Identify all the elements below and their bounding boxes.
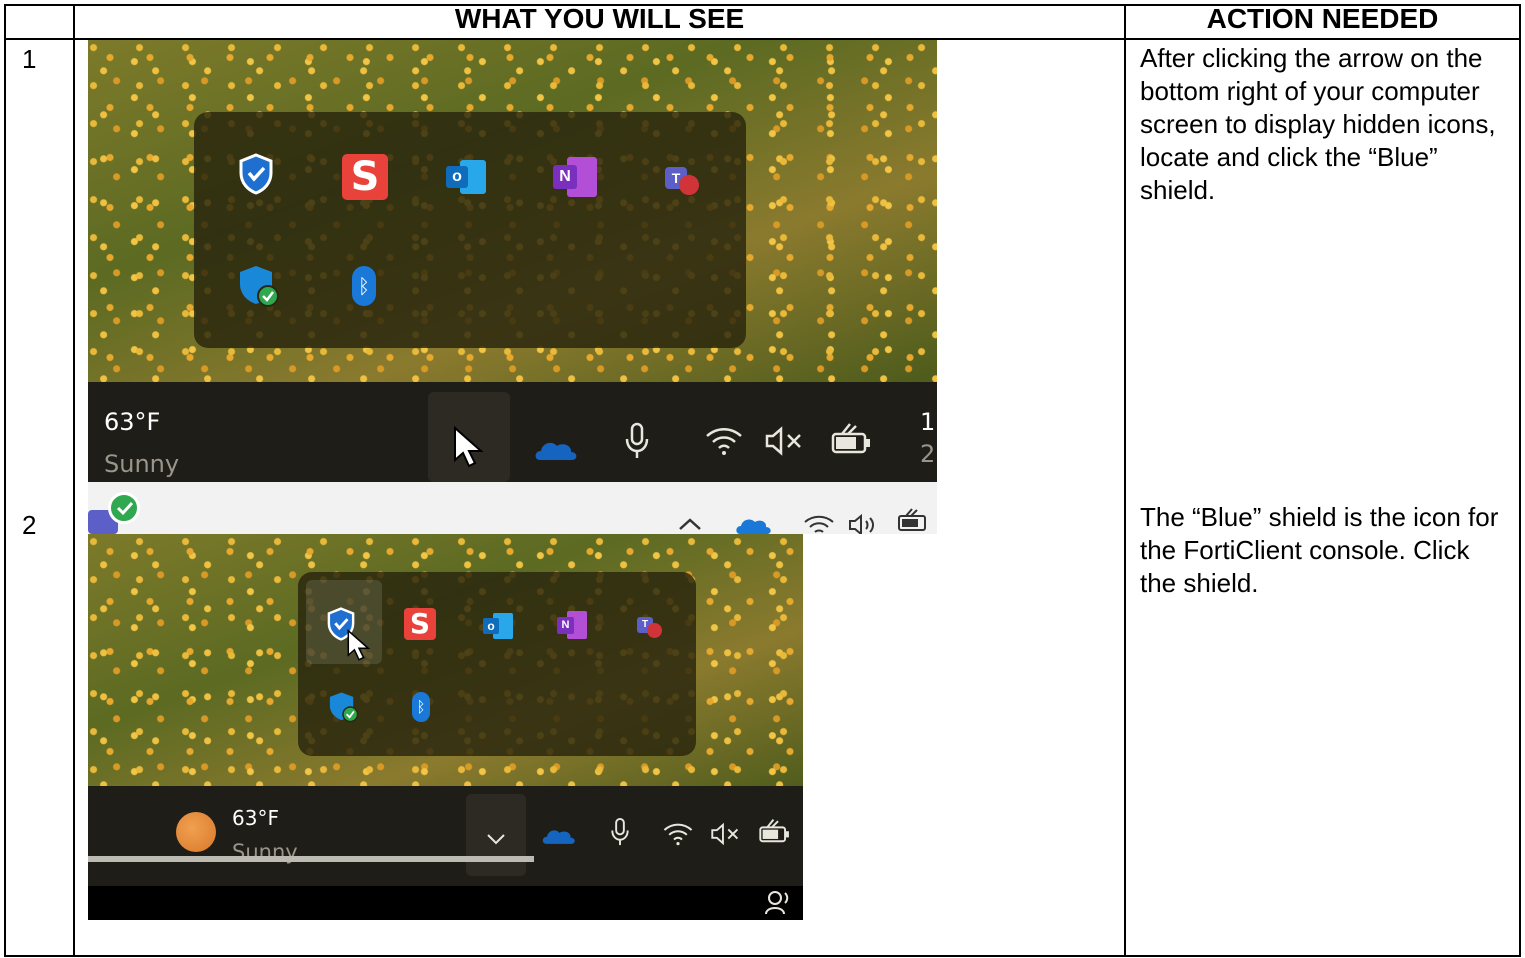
clock-partial-top: 1 bbox=[920, 408, 936, 436]
light-wifi-icon[interactable] bbox=[802, 514, 836, 534]
bluetooth-icon[interactable]: ᛒ bbox=[406, 690, 436, 724]
light-onedrive-icon[interactable] bbox=[734, 516, 772, 534]
snagit-icon[interactable]: S bbox=[340, 152, 390, 202]
bottom-black-strip bbox=[88, 886, 803, 920]
teams-check-icon[interactable] bbox=[88, 488, 144, 534]
table-border-col2 bbox=[1124, 4, 1126, 956]
instruction-table: WHAT YOU WILL SEE ACTION NEEDED 1 2 Afte… bbox=[0, 0, 1525, 958]
cursor-icon bbox=[452, 425, 486, 474]
onenote-icon[interactable]: N bbox=[556, 610, 588, 640]
taskbar-progress-line bbox=[88, 856, 534, 862]
weather-temp: 63°F bbox=[104, 408, 161, 436]
screenshot-2: S o N T ᛒ 63°F Sunny bbox=[88, 534, 803, 920]
teams-icon[interactable]: T bbox=[634, 612, 668, 642]
battery-icon[interactable] bbox=[830, 422, 874, 462]
defender-shield-icon[interactable] bbox=[326, 690, 360, 724]
voice-access-icon[interactable] bbox=[764, 890, 792, 920]
taskbar: 63°F Sunny bbox=[88, 786, 803, 886]
volume-muted-icon[interactable] bbox=[710, 822, 742, 850]
clock-partial-bottom: 2 bbox=[920, 440, 936, 468]
volume-muted-icon[interactable] bbox=[764, 426, 806, 460]
action-text-1: After clicking the arrow on the bottom r… bbox=[1140, 43, 1496, 205]
outlook-icon[interactable]: o bbox=[482, 612, 514, 640]
chevron-down-icon[interactable] bbox=[486, 830, 506, 849]
weather-sun-icon bbox=[176, 812, 216, 852]
hidden-icons-panel bbox=[194, 112, 746, 348]
wifi-icon[interactable] bbox=[704, 426, 744, 460]
row-number-1: 1 bbox=[22, 44, 37, 74]
action-text-2: The “Blue” shield is the icon for the Fo… bbox=[1140, 502, 1499, 598]
cursor-icon bbox=[344, 626, 374, 666]
weather-condition: Sunny bbox=[104, 450, 180, 478]
forticlient-shield-icon[interactable] bbox=[234, 152, 278, 196]
row-number-2: 2 bbox=[22, 510, 37, 540]
battery-icon[interactable] bbox=[758, 818, 792, 850]
light-volume-icon[interactable] bbox=[848, 513, 882, 534]
teams-icon[interactable]: T bbox=[660, 160, 706, 200]
weather-temp: 63°F bbox=[232, 806, 279, 830]
screenshot-1: S o N T ᛒ 63°F Sunny 1 2 bbox=[88, 40, 937, 534]
wifi-icon[interactable] bbox=[662, 822, 694, 850]
outlook-icon[interactable]: o bbox=[444, 158, 488, 196]
table-border-bottom bbox=[4, 955, 1521, 957]
onedrive-icon[interactable] bbox=[540, 826, 576, 850]
taskbar: 63°F Sunny 1 2 bbox=[88, 382, 937, 482]
light-battery-icon[interactable] bbox=[896, 508, 934, 534]
table-border-col1 bbox=[73, 4, 75, 956]
onedrive-icon[interactable] bbox=[532, 438, 578, 466]
defender-shield-icon[interactable] bbox=[234, 262, 282, 310]
table-border-right bbox=[1519, 4, 1521, 956]
light-chevron-up-icon[interactable] bbox=[678, 516, 702, 534]
header-what-you-will-see: WHAT YOU WILL SEE bbox=[454, 3, 745, 34]
microphone-icon[interactable] bbox=[624, 422, 650, 464]
snagit-icon[interactable]: S bbox=[402, 606, 438, 642]
header-action-needed: ACTION NEEDED bbox=[1206, 3, 1439, 34]
microphone-icon[interactable] bbox=[610, 816, 630, 852]
bluetooth-icon[interactable]: ᛒ bbox=[342, 264, 386, 308]
table-border-left bbox=[4, 4, 6, 956]
onenote-icon[interactable]: N bbox=[552, 156, 598, 198]
